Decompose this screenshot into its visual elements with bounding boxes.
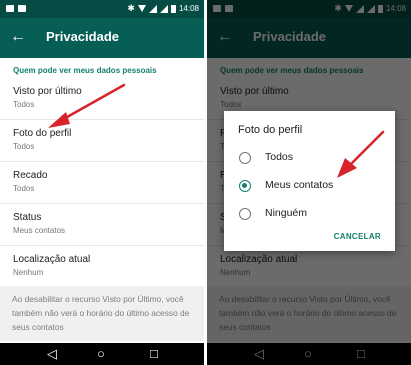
setting-about[interactable]: Recado Todos <box>0 162 204 204</box>
red-arrow-icon <box>337 130 385 178</box>
privacy-screen-right: ✱ 14:08 ← Privacidade Quem pode ver meus… <box>207 0 411 365</box>
footer-note: Ao desabilitar o recurso Visto por Últim… <box>0 286 204 341</box>
setting-live-location[interactable]: Localização atual Nenhum <box>0 246 204 288</box>
privacy-screen-left: ✱ 14:08 ← Privacidade Quem pode ver meus… <box>0 0 204 365</box>
setting-label: Localização atual <box>13 254 91 265</box>
image-notification-icon <box>18 5 26 12</box>
status-bar: ✱ 14:08 <box>0 0 204 18</box>
setting-value: Todos <box>13 100 35 109</box>
wifi-icon <box>137 5 146 12</box>
setting-status[interactable]: Status Meus contatos <box>0 204 204 246</box>
setting-value: Meus contatos <box>13 226 66 235</box>
option-label: Todos <box>265 151 294 163</box>
bluetooth-icon: ✱ <box>127 3 135 13</box>
screenshot-composite: ✱ 14:08 ← Privacidade Quem pode ver meus… <box>0 0 411 365</box>
setting-value: Todos <box>13 142 35 151</box>
back-triangle-icon[interactable]: ◁ <box>47 346 57 362</box>
radio-button[interactable] <box>239 208 251 220</box>
signal-icon <box>159 4 168 13</box>
page-title: Privacidade <box>46 29 119 44</box>
option-nobody[interactable]: Ninguém <box>224 201 395 229</box>
dialog-title: Foto do perfil <box>238 124 303 136</box>
setting-value: Nenhum <box>13 268 44 277</box>
setting-label: Status <box>13 212 42 223</box>
setting-value: Todos <box>13 184 35 193</box>
recents-square-icon[interactable]: □ <box>150 346 158 362</box>
message-notification-icon <box>6 5 14 12</box>
option-label: Ninguém <box>265 207 308 219</box>
radio-button[interactable] <box>239 152 251 164</box>
home-circle-icon[interactable]: ○ <box>97 346 105 362</box>
option-label: Meus contatos <box>265 179 334 191</box>
signal-icon <box>148 4 157 13</box>
arrow-left-icon[interactable]: ← <box>10 27 26 47</box>
footer-note-text: Ao desabilitar o recurso Visto por Últim… <box>12 294 190 332</box>
red-arrow-icon <box>48 83 126 128</box>
setting-label: Recado <box>13 170 48 181</box>
radio-button-selected[interactable] <box>239 180 251 192</box>
battery-icon <box>170 4 176 13</box>
status-time: 14:08 <box>178 4 199 13</box>
app-bar: ← Privacidade <box>0 18 204 58</box>
section-label: Quem pode ver meus dados pessoais <box>13 66 157 75</box>
system-nav-bar: ◁ ○ □ <box>0 343 204 365</box>
cancel-button[interactable]: CANCELAR <box>334 232 381 241</box>
